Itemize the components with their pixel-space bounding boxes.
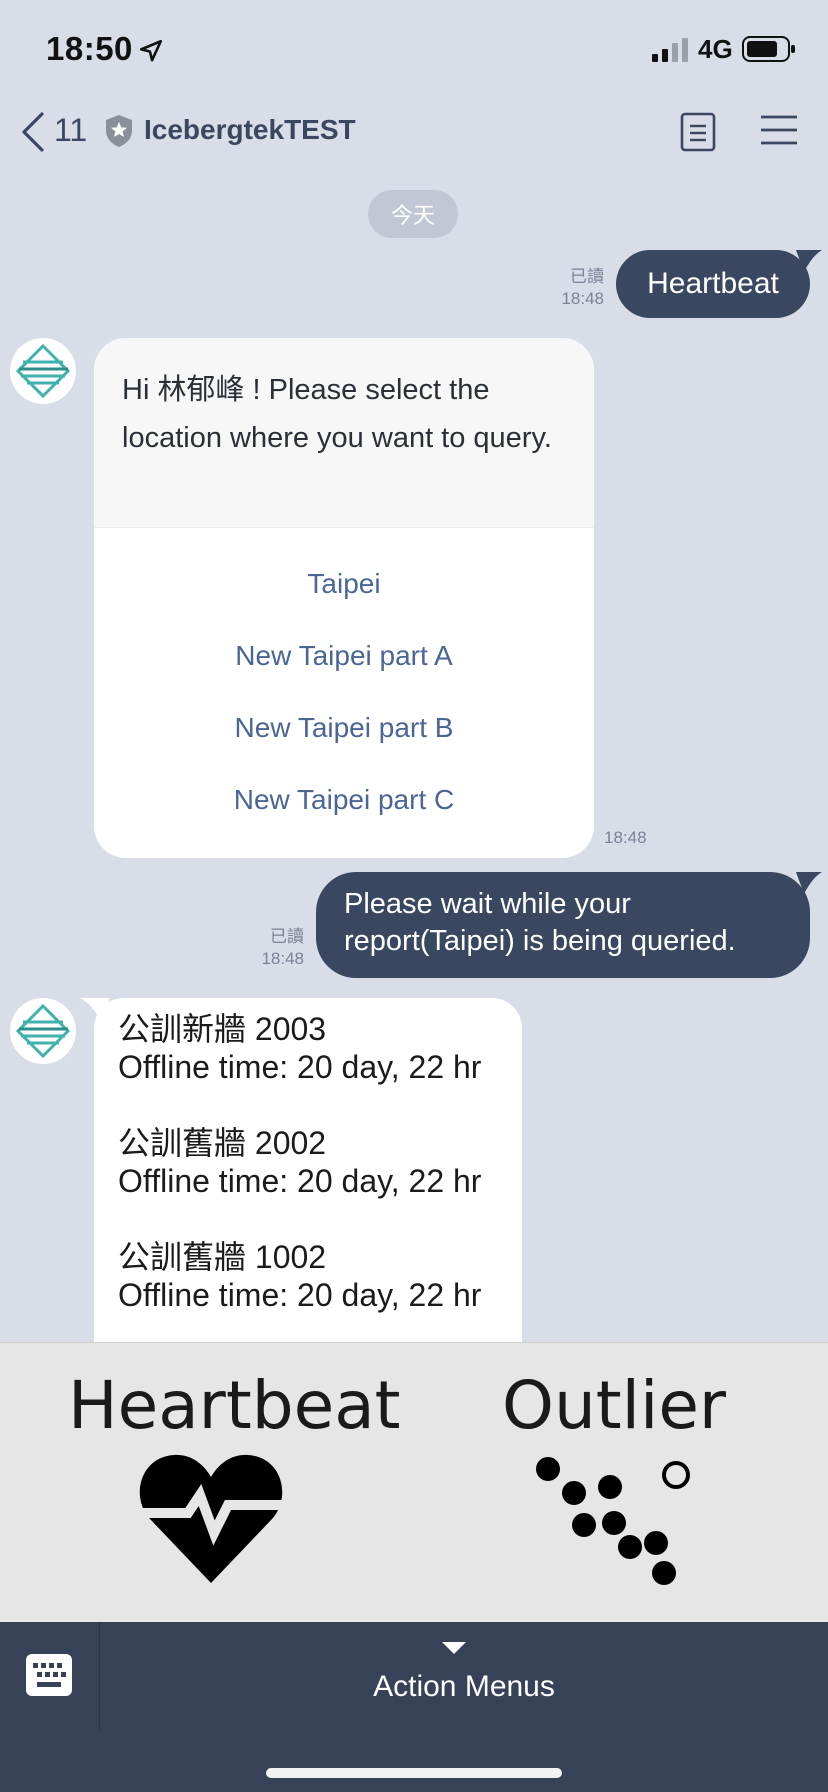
notes-icon[interactable] (680, 112, 716, 152)
bot-avatar-icon (15, 343, 71, 399)
message-time: 18:48 (261, 949, 304, 968)
message-text: Please wait while your report(Taipei) is… (344, 888, 736, 957)
back-chevron-icon[interactable] (16, 110, 50, 154)
outgoing-message-heartbeat[interactable]: Heartbeat (616, 250, 822, 318)
offline-time: Offline time: 20 day, 22 hr (118, 1049, 482, 1085)
bubble-tail (80, 998, 110, 1020)
action-bar: Action Menus (0, 1622, 828, 1792)
status-time: 18:50 (46, 30, 133, 67)
outlier-dots-icon (536, 1457, 690, 1585)
card-prompt: Hi 林郁峰 ! Please select the location wher… (94, 338, 594, 528)
bot-avatar[interactable] (10, 998, 76, 1064)
bubble-tail (796, 250, 822, 272)
location-option-new-taipei-a[interactable]: New Taipei part A (94, 620, 594, 692)
status-report-message[interactable]: 公訓新牆 2003 Offline time: 20 day, 22 hr 公訓… (80, 998, 522, 1342)
chat-area[interactable]: 今天 已讀 18:48 Heartbeat Hi 林郁峰 ! Please se… (0, 180, 828, 1342)
unread-count[interactable]: 11 (54, 112, 87, 149)
device-name: 公訓新牆 2003 (118, 1011, 327, 1047)
keyboard-icon (26, 1654, 72, 1696)
battery-icon (742, 36, 795, 62)
location-select-card: Hi 林郁峰 ! Please select the location wher… (94, 338, 594, 858)
status-bar: 18:50 4G (0, 0, 828, 100)
keyboard-toggle-button[interactable] (0, 1622, 100, 1730)
read-receipt: 已讀 18:48 (261, 926, 304, 970)
status-entry: 公訓舊牆 2002 Offline time: 20 day, 22 hr (118, 1124, 500, 1200)
bot-avatar[interactable] (10, 338, 76, 404)
location-option-new-taipei-b[interactable]: New Taipei part B (94, 692, 594, 764)
heartbeat-menu-label: Heartbeat (68, 1367, 401, 1444)
heartbeat-menu-button[interactable]: Heartbeat (0, 1343, 414, 1623)
caret-down-icon[interactable] (442, 1642, 466, 1654)
device-name: 公訓舊牆 2002 (118, 1125, 327, 1161)
location-option-taipei[interactable]: Taipei (94, 548, 594, 620)
bubble-tail (796, 872, 822, 894)
outgoing-message-wait[interactable]: Please wait while your report(Taipei) is… (316, 872, 822, 978)
message-text: Heartbeat (647, 267, 779, 300)
read-label: 已讀 (270, 927, 304, 946)
chat-title: IcebergtekTEST (144, 114, 356, 145)
outlier-menu-label: Outlier (502, 1367, 727, 1444)
read-receipt: 已讀 18:48 (561, 266, 604, 310)
offline-time: Offline time: 20 day, 22 hr (118, 1163, 482, 1199)
card-time: 18:48 (604, 828, 647, 847)
status-entry: 公訓舊牆 1002 Offline time: 20 day, 22 hr (118, 1238, 500, 1314)
heartbeat-icon (139, 1454, 283, 1583)
device-name: 公訓舊牆 1002 (118, 1239, 327, 1275)
signal-icon (652, 38, 688, 62)
action-menus-button[interactable]: Action Menus (100, 1670, 828, 1704)
offline-time: Offline time: 20 day, 22 hr (118, 1277, 482, 1313)
rich-menu: Heartbeat Outlier (0, 1342, 828, 1622)
hamburger-menu-icon[interactable] (760, 114, 798, 146)
date-divider: 今天 (368, 190, 458, 238)
outlier-menu-button[interactable]: Outlier (414, 1343, 828, 1623)
home-indicator (266, 1768, 562, 1778)
card-actions: Taipei New Taipei part A New Taipei part… (94, 528, 594, 836)
message-time: 18:48 (561, 289, 604, 308)
location-option-new-taipei-c[interactable]: New Taipei part C (94, 764, 594, 836)
status-entry: 公訓新牆 2003 Offline time: 20 day, 22 hr (118, 1010, 500, 1086)
shield-star-icon (106, 115, 132, 147)
read-label: 已讀 (570, 267, 604, 286)
location-arrow-icon (139, 39, 163, 62)
network-type: 4G (698, 34, 733, 64)
bot-avatar-icon (15, 1003, 71, 1059)
